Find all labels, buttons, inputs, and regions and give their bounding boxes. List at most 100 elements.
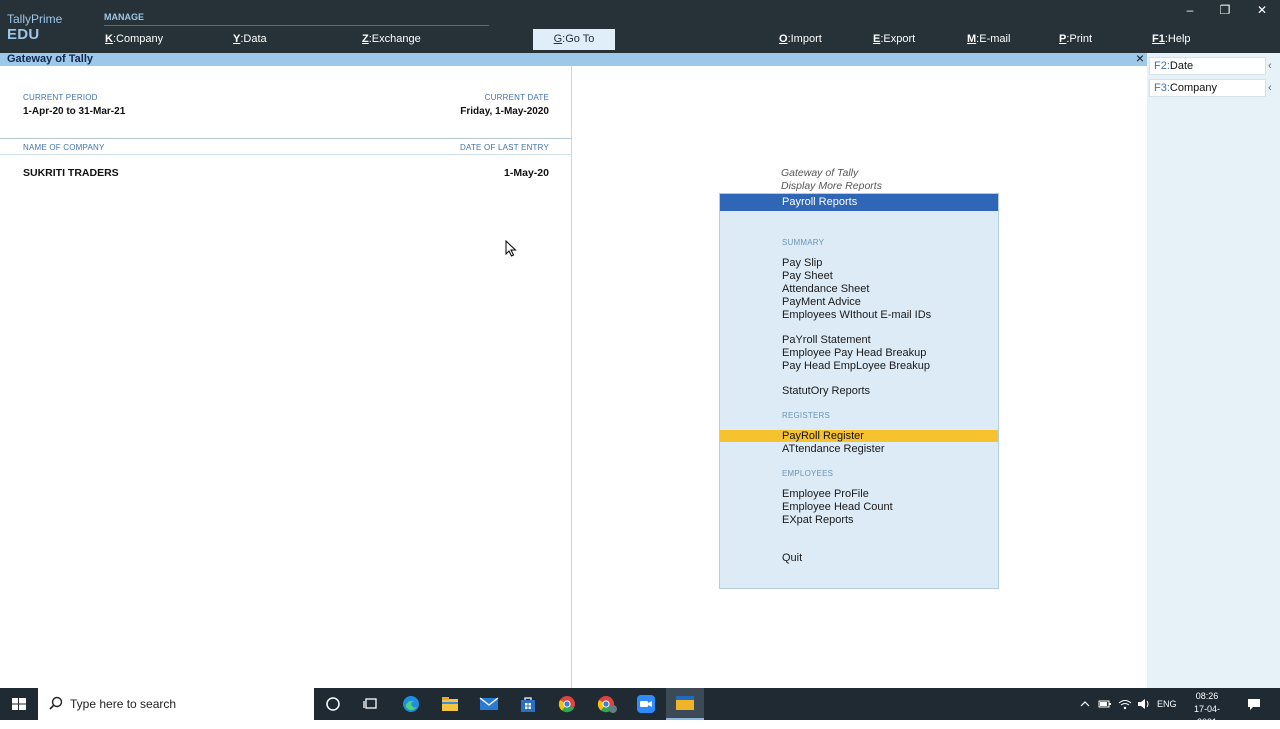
goto-label: Go To xyxy=(565,33,595,45)
mouse-pointer-icon xyxy=(505,239,517,262)
exchange-menu-key: Z xyxy=(362,33,369,45)
exchange-menu[interactable]: Z:Exchange xyxy=(362,33,421,45)
export-menu-label: Export xyxy=(883,33,916,45)
print-menu-key: P xyxy=(1059,33,1067,45)
current-period-label: CURRENT PERIOD xyxy=(23,93,98,102)
print-menu[interactable]: P:Print xyxy=(1059,33,1092,45)
top-bar: TallyPrime EDU MANAGE K:Company Y:Data Z… xyxy=(0,0,1280,53)
date-button-label: Date xyxy=(1169,60,1194,72)
menu-item-payment-advice[interactable]: PayMent Advice xyxy=(782,296,861,308)
company-button[interactable]: F3:Company xyxy=(1149,79,1266,97)
goto-button[interactable]: G:Go To xyxy=(533,29,615,50)
windows-start-icon[interactable] xyxy=(0,688,38,720)
taskbar: Type here to search ENG 08:26 17-04-2021 xyxy=(0,688,1280,727)
chevron-left-icon[interactable]: ‹ xyxy=(1268,82,1272,94)
company-info-panel: CURRENT PERIOD 1-Apr-20 to 31-Mar-21 CUR… xyxy=(0,66,572,688)
company-menu-key: K xyxy=(105,33,113,45)
menu-item-expat-reports[interactable]: EXpat Reports xyxy=(782,514,854,526)
menu-item-employee-profile[interactable]: Employee ProFile xyxy=(782,488,869,500)
company-menu-label: Company xyxy=(116,33,164,45)
store-icon[interactable] xyxy=(509,688,547,720)
chevron-up-icon[interactable] xyxy=(1074,688,1096,720)
clock[interactable]: 08:26 17-04-2021 xyxy=(1184,690,1230,729)
company-name[interactable]: SUKRITI TRADERS xyxy=(23,167,119,179)
import-menu-label: Import xyxy=(790,33,822,45)
tallyprime-taskbar-icon[interactable] xyxy=(666,688,704,720)
email-menu-label: E-mail xyxy=(979,33,1011,45)
company-button-label: Company xyxy=(1169,82,1217,94)
menu-item-quit[interactable]: Quit xyxy=(782,552,802,564)
menu-item-attendance-sheet[interactable]: Attendance Sheet xyxy=(782,283,869,295)
chevron-left-icon[interactable]: ‹ xyxy=(1268,60,1272,72)
chrome-profile-icon[interactable] xyxy=(588,688,626,720)
breadcrumb-parent: Gateway of Tally xyxy=(781,167,859,179)
cortana-icon[interactable] xyxy=(314,688,352,720)
menu-item-pay-sheet[interactable]: Pay Sheet xyxy=(782,270,833,282)
battery-icon[interactable] xyxy=(1095,688,1115,720)
right-button-panel: F2:Date ‹ F3:Company ‹ xyxy=(1147,53,1280,688)
payroll-reports-menu: Payroll Reports SUMMARY Pay Slip Pay She… xyxy=(719,193,999,589)
current-period-value: 1-Apr-20 to 31-Mar-21 xyxy=(23,106,126,117)
brand-edition: EDU xyxy=(7,26,40,43)
export-menu-key: E xyxy=(873,33,881,45)
taskbar-search-input[interactable]: Type here to search xyxy=(38,688,314,720)
clock-date: 17-04-2021 xyxy=(1193,704,1220,727)
manage-divider xyxy=(104,25,489,26)
edge-browser-icon[interactable] xyxy=(392,688,430,720)
export-menu[interactable]: E:Export xyxy=(873,33,915,45)
minimize-icon[interactable]: – xyxy=(1180,3,1200,17)
menu-item-pay-slip[interactable]: Pay Slip xyxy=(782,257,822,269)
company-name-header: NAME OF COMPANY xyxy=(23,143,105,152)
current-date-value: Friday, 1-May-2020 xyxy=(460,106,549,117)
company-menu[interactable]: K:Company xyxy=(105,33,163,45)
date-button[interactable]: F2:Date xyxy=(1149,57,1266,75)
help-menu[interactable]: F1:Help xyxy=(1152,33,1191,45)
menu-item-pay-head-employee-breakup[interactable]: Pay Head EmpLoyee Breakup xyxy=(782,360,930,372)
goto-key: G xyxy=(553,33,563,45)
close-icon[interactable]: × xyxy=(1136,51,1144,65)
menu-title: Payroll Reports xyxy=(720,194,998,211)
menu-item-employees-without-email[interactable]: Employees WIthout E-mail IDs xyxy=(782,309,931,321)
wifi-icon[interactable] xyxy=(1115,688,1135,720)
volume-icon[interactable] xyxy=(1134,688,1154,720)
restore-icon[interactable]: ❐ xyxy=(1215,3,1235,17)
divider xyxy=(0,154,572,155)
menu-item-statutory-reports[interactable]: StatutOry Reports xyxy=(782,385,870,397)
notification-icon[interactable] xyxy=(1242,688,1266,720)
file-explorer-icon[interactable] xyxy=(431,688,469,720)
search-placeholder: Type here to search xyxy=(70,697,177,711)
print-menu-label: Print xyxy=(1069,33,1093,45)
menu-item-payroll-register[interactable]: PayRoll Register xyxy=(720,430,998,442)
menu-item-employee-pay-head-breakup[interactable]: Employee Pay Head Breakup xyxy=(782,347,926,359)
manage-label: MANAGE xyxy=(104,12,144,22)
task-view-icon[interactable] xyxy=(352,688,390,720)
email-menu[interactable]: M:E-mail xyxy=(967,33,1010,45)
exchange-menu-label: Exchange xyxy=(371,33,421,45)
page-title: Gateway of Tally xyxy=(7,53,93,65)
close-window-icon[interactable]: ✕ xyxy=(1252,3,1272,17)
data-menu[interactable]: Y:Data xyxy=(233,33,267,45)
menu-item-payroll-statement[interactable]: PaYroll Statement xyxy=(782,334,871,346)
mail-icon[interactable] xyxy=(470,688,508,720)
language-indicator[interactable]: ENG xyxy=(1157,699,1177,709)
import-menu[interactable]: O:Import xyxy=(779,33,822,45)
brand-name: TallyPrime xyxy=(7,12,63,26)
title-bar: Gateway of Tally × xyxy=(0,51,1147,66)
menu-item-employee-head-count[interactable]: Employee Head Count xyxy=(782,501,893,513)
breadcrumb-current: Display More Reports xyxy=(781,180,882,192)
data-menu-key: Y xyxy=(233,33,241,45)
menu-item-attendance-register[interactable]: ATtendance Register xyxy=(782,443,885,455)
email-menu-key: M xyxy=(967,33,977,45)
help-menu-label: Help xyxy=(1167,33,1191,45)
search-icon xyxy=(48,696,64,717)
data-menu-label: Data xyxy=(243,33,267,45)
help-menu-key: F1 xyxy=(1152,33,1165,45)
import-menu-key: O xyxy=(779,33,788,45)
last-entry-header: DATE OF LAST ENTRY xyxy=(460,143,549,152)
date-button-key: F2: xyxy=(1154,60,1170,72)
registers-section-label: REGISTERS xyxy=(782,411,831,420)
last-entry-date: 1-May-20 xyxy=(504,167,549,179)
chrome-icon[interactable] xyxy=(548,688,586,720)
zoom-icon[interactable] xyxy=(627,688,665,720)
employees-section-label: EMPLOYEES xyxy=(782,469,834,478)
